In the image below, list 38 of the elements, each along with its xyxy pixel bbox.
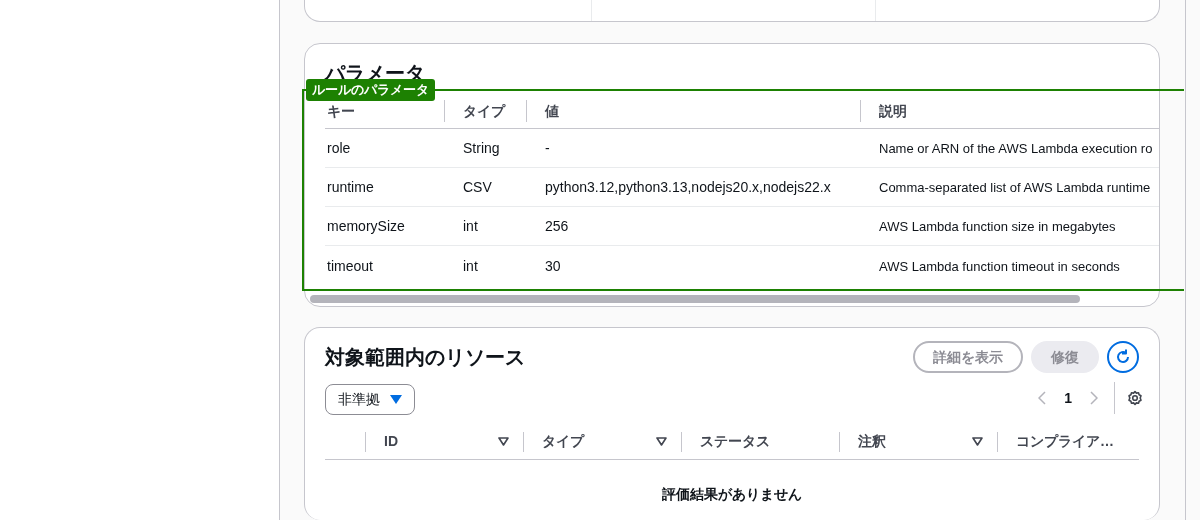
column-header: キー xyxy=(327,101,355,121)
table-cell: python3.12,python3.13,nodejs20.x,nodejs22.x xyxy=(545,179,831,195)
column-header: 注釈 xyxy=(858,432,886,451)
table-cell: CSV xyxy=(463,179,492,195)
section-title: 対象範囲内のリソース xyxy=(325,345,525,370)
filter-dropdown[interactable]: 非準拠 xyxy=(325,384,415,415)
table-cell: role xyxy=(327,140,351,156)
column-header: タイプ xyxy=(542,432,584,451)
sort-icon[interactable] xyxy=(498,437,509,446)
highlight-label: ルールのパラメータ xyxy=(306,79,435,101)
column-header: ID xyxy=(384,432,398,451)
table-cell: 30 xyxy=(545,257,561,274)
sort-icon[interactable] xyxy=(656,437,667,446)
page-number[interactable]: 1 xyxy=(1054,387,1082,409)
table-cell: String xyxy=(463,140,500,156)
table-cell: 256 xyxy=(545,218,569,234)
table-cell: AWS Lambda function timeout in seconds xyxy=(879,258,1120,274)
table-cell: int xyxy=(463,257,478,274)
sort-icon[interactable] xyxy=(972,437,983,446)
column-header: タイプ xyxy=(463,101,505,121)
refresh-icon xyxy=(1114,348,1132,366)
refresh-button[interactable] xyxy=(1107,341,1139,373)
table-cell: AWS Lambda function size in megabytes xyxy=(879,219,1116,234)
table-cell: Comma-separated list of AWS Lambda runtime xyxy=(879,180,1151,195)
column-header: 説明 xyxy=(879,101,907,121)
column-header: ステータス xyxy=(700,432,770,451)
column-header: コンプライア… xyxy=(1016,432,1114,451)
settings-icon[interactable] xyxy=(1127,390,1143,406)
horizontal-scrollbar[interactable] xyxy=(310,295,1080,303)
table-cell: int xyxy=(463,218,478,234)
caret-icon xyxy=(390,395,402,404)
empty-message: 評価結果がありません xyxy=(661,485,803,504)
table-cell: timeout xyxy=(327,257,373,274)
table-cell: runtime xyxy=(327,179,374,195)
table-cell: memorySize xyxy=(327,218,405,234)
table-cell: - xyxy=(545,140,550,156)
table-cell: Name or ARN of the AWS Lambda execution ro xyxy=(879,141,1153,156)
column-header: 値 xyxy=(545,101,559,121)
